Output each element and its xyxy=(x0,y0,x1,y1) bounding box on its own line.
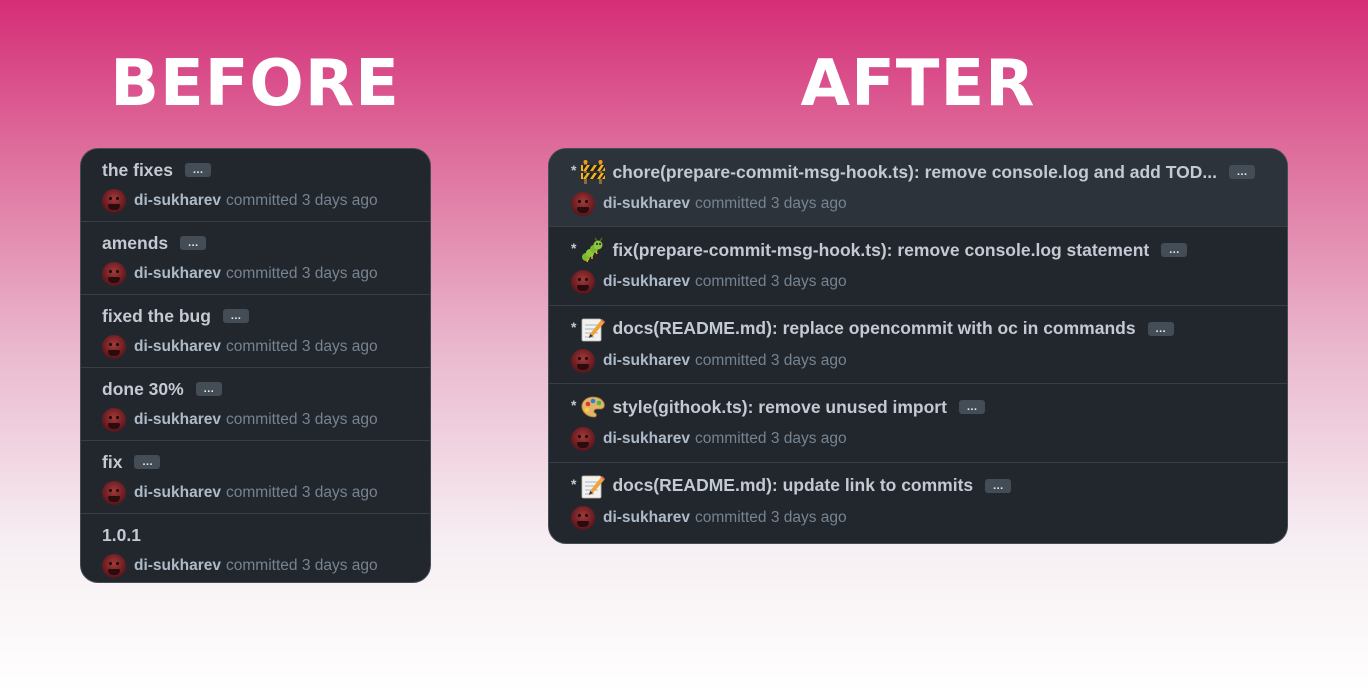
bullet: * xyxy=(571,397,577,414)
expand-ellipsis-button[interactable]: … xyxy=(195,382,222,396)
avatar[interactable] xyxy=(102,408,126,432)
commit-time: committed 3 days ago xyxy=(226,484,378,501)
commit-row: fixed the bug … di-sukharev committed 3 … xyxy=(81,295,430,368)
before-heading: BEFORE xyxy=(110,47,400,121)
avatar[interactable] xyxy=(571,270,595,295)
before-commit-list: the fixes … di-sukharev committed 3 days… xyxy=(80,148,431,583)
commit-row: * chore(prepare-commit-msg-hook.ts): rem… xyxy=(549,149,1287,228)
commit-row: * docs(README.md): update link to commit… xyxy=(549,463,1287,541)
commit-time: committed 3 days ago xyxy=(695,430,847,448)
commit-time: committed 3 days ago xyxy=(226,265,378,282)
commit-message[interactable]: amends xyxy=(102,233,168,254)
commit-time: committed 3 days ago xyxy=(695,195,847,212)
commit-row: amends … di-sukharev committed 3 days ag… xyxy=(81,222,430,295)
commit-message[interactable]: fix(prepare-commit-msg-hook.ts): remove … xyxy=(612,240,1149,261)
commit-row: fix … di-sukharev committed 3 days ago xyxy=(81,441,430,514)
expand-ellipsis-button[interactable]: … xyxy=(985,478,1012,493)
bullet: * xyxy=(571,475,577,492)
commit-message[interactable]: the fixes xyxy=(102,160,173,181)
avatar[interactable] xyxy=(102,335,126,359)
commit-row: done 30% … di-sukharev committed 3 days … xyxy=(81,368,430,441)
expand-ellipsis-button[interactable]: … xyxy=(134,455,161,469)
commit-message[interactable]: style(githook.ts): remove unused import xyxy=(612,397,946,418)
author-name[interactable]: di-sukharev xyxy=(603,273,690,291)
commit-message[interactable]: docs(README.md): replace opencommit with… xyxy=(612,318,1135,339)
avatar[interactable] xyxy=(571,192,595,216)
after-heading: AFTER xyxy=(800,47,1036,121)
bug-icon xyxy=(580,237,606,263)
author-name[interactable]: di-sukharev xyxy=(603,352,690,370)
avatar[interactable] xyxy=(102,481,126,505)
commit-time: committed 3 days ago xyxy=(226,192,378,209)
author-name[interactable]: di-sukharev xyxy=(134,484,221,502)
commit-message[interactable]: done 30% xyxy=(102,379,184,400)
author-name[interactable]: di-sukharev xyxy=(603,509,690,527)
commit-message[interactable]: docs(README.md): update link to commits xyxy=(612,475,973,496)
author-name[interactable]: di-sukharev xyxy=(134,338,221,356)
author-name[interactable]: di-sukharev xyxy=(603,430,690,448)
commit-time: committed 3 days ago xyxy=(695,351,847,369)
commit-time: committed 3 days ago xyxy=(226,338,378,355)
commit-time: committed 3 days ago xyxy=(695,508,847,526)
construction-icon xyxy=(580,159,606,185)
commit-row: the fixes … di-sukharev committed 3 days… xyxy=(81,149,430,222)
author-name[interactable]: di-sukharev xyxy=(603,195,690,213)
expand-ellipsis-button[interactable]: … xyxy=(1161,243,1188,258)
memo-icon xyxy=(580,316,606,342)
commit-time: committed 3 days ago xyxy=(226,557,378,574)
expand-ellipsis-button[interactable]: … xyxy=(185,163,211,177)
memo-icon xyxy=(580,473,606,499)
avatar[interactable] xyxy=(571,505,595,530)
commit-message[interactable]: 1.0.1 xyxy=(102,525,141,546)
commit-row: 1.0.1 di-sukharev committed 3 days ago xyxy=(81,514,430,582)
bullet: * xyxy=(571,162,577,178)
commit-message[interactable]: fix xyxy=(102,452,122,473)
avatar[interactable] xyxy=(571,427,595,452)
commit-row: * style(githook.ts): remove unused impor… xyxy=(549,384,1287,463)
commit-row: * fix(prepare-commit-msg-hook.ts): remov… xyxy=(549,227,1287,306)
expand-ellipsis-button[interactable]: … xyxy=(1147,321,1174,336)
commit-message[interactable]: chore(prepare-commit-msg-hook.ts): remov… xyxy=(612,162,1217,183)
expand-ellipsis-button[interactable]: … xyxy=(222,309,249,323)
expand-ellipsis-button[interactable]: … xyxy=(958,400,985,415)
avatar[interactable] xyxy=(571,348,595,373)
commit-row: * docs(README.md): replace opencommit wi… xyxy=(549,306,1287,385)
after-commit-list: * chore(prepare-commit-msg-hook.ts): rem… xyxy=(548,148,1288,544)
commit-message[interactable]: fixed the bug xyxy=(102,306,211,327)
commit-time: committed 3 days ago xyxy=(226,411,378,428)
expand-ellipsis-button[interactable]: … xyxy=(1228,165,1255,179)
avatar[interactable] xyxy=(102,262,126,286)
bullet: * xyxy=(571,240,577,257)
commit-time: committed 3 days ago xyxy=(695,273,847,291)
author-name[interactable]: di-sukharev xyxy=(134,192,221,210)
bullet: * xyxy=(571,318,577,335)
avatar[interactable] xyxy=(102,554,126,578)
expand-ellipsis-button[interactable]: … xyxy=(180,236,207,250)
author-name[interactable]: di-sukharev xyxy=(134,411,221,429)
author-name[interactable]: di-sukharev xyxy=(134,557,221,575)
avatar[interactable] xyxy=(102,189,126,213)
author-name[interactable]: di-sukharev xyxy=(134,265,221,283)
palette-icon xyxy=(580,394,606,420)
